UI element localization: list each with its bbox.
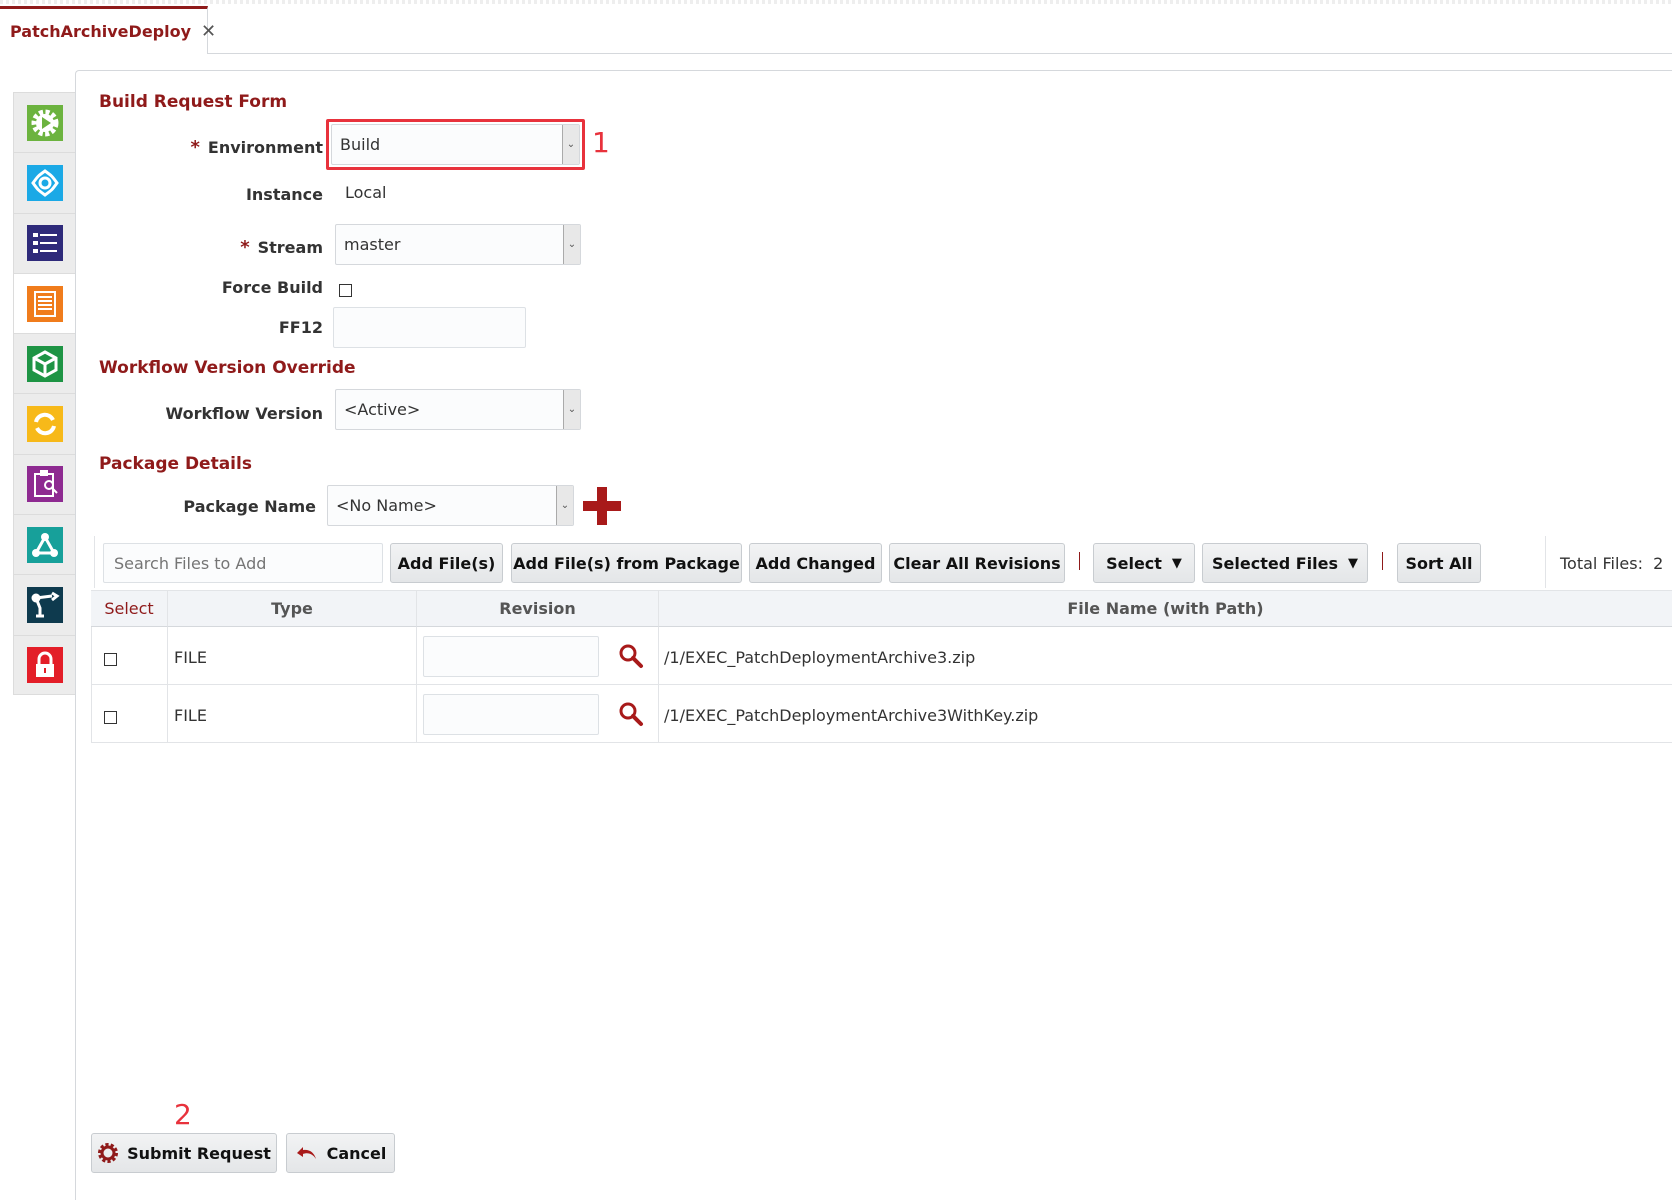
environment-label: * Environment [190,137,324,158]
column-header-select[interactable]: Select [91,590,167,627]
search-files-input[interactable] [103,543,383,583]
total-files-count: Total Files: 2 [1560,554,1664,573]
sidebar-item-lock[interactable] [13,634,75,695]
add-package-plus-icon[interactable] [583,487,621,525]
force-build-label: Force Build [221,278,323,297]
gear-icon [97,1142,119,1164]
toolbar-separator [1382,552,1383,570]
sidebar-item-package[interactable] [13,333,75,394]
sidebar [13,92,75,695]
package-name-select[interactable]: <No Name> ⌄ [327,485,574,526]
toolbar-divider [1545,536,1546,588]
form-title: Build Request Form [99,92,288,112]
toolbar-border [94,536,95,588]
annotation-2: 2 [174,1098,192,1131]
add-files-from-package-button[interactable]: Add File(s) from Package [511,543,742,583]
gear-play-icon [26,104,63,141]
network-nodes-icon [26,526,63,563]
column-header-file-name[interactable]: File Name (with Path) [658,590,1672,627]
chevron-down-icon: ⌄ [563,390,580,429]
add-files-button[interactable]: Add File(s) [390,543,503,583]
row-select-checkbox[interactable] [104,711,117,724]
top-strip [0,0,1672,4]
magnifier-search-icon[interactable] [618,701,644,731]
package-cube-icon [26,345,63,382]
package-name-label: Package Name [183,497,316,516]
sidebar-item-network[interactable] [13,514,75,575]
row-type: FILE [174,648,207,667]
add-changed-button[interactable]: Add Changed [749,543,882,583]
sidebar-item-robot[interactable] [13,574,75,635]
row-file-name: /1/EXEC_PatchDeploymentArchive3.zip [664,648,976,667]
caret-down-icon: ▼ [1348,555,1358,571]
package-section-title: Package Details [99,454,252,474]
clear-all-revisions-button[interactable]: Clear All Revisions [889,543,1065,583]
row-file-name: /1/EXEC_PatchDeploymentArchive3WithKey.z… [664,706,1039,725]
tab-patcharchivedeploy[interactable]: PatchArchiveDeploy ✕ [0,6,216,54]
toolbar-separator [1079,552,1080,570]
table-row: FILE /1/EXEC_PatchDeploymentArchive3.zip [91,627,1672,685]
row-select-checkbox[interactable] [104,653,117,666]
sort-all-button[interactable]: Sort All [1397,543,1481,583]
annotation-1: 1 [592,126,610,159]
row-type: FILE [174,706,207,725]
chevron-down-icon: ⌄ [563,225,580,264]
tab-divider [0,53,1672,54]
caret-down-icon: ▼ [1171,555,1182,571]
instance-value: Local [345,183,387,202]
force-build-checkbox[interactable] [339,284,352,297]
column-header-revision[interactable]: Revision [416,590,658,627]
robot-arm-icon [26,587,63,624]
select-dropdown-button[interactable]: Select ▼ [1093,543,1195,583]
lock-icon [26,646,63,683]
ff12-label: FF12 [278,318,323,337]
selected-files-dropdown-button[interactable]: Selected Files ▼ [1202,543,1368,583]
revision-input[interactable] [423,694,599,735]
revision-input[interactable] [423,636,599,677]
chevron-down-icon: ⌄ [556,486,573,525]
stream-label: * Stream [240,237,323,258]
environment-select[interactable]: Build ⌄ [331,124,580,165]
undo-arrow-icon [295,1144,319,1162]
workflow-version-select[interactable]: <Active> ⌄ [335,389,581,430]
cancel-button[interactable]: Cancel [286,1133,395,1173]
tab-title: PatchArchiveDeploy [10,22,192,41]
required-asterisk: * [240,237,250,258]
workflow-version-label: Workflow Version [165,404,323,423]
magnifier-search-icon[interactable] [618,643,644,673]
required-asterisk: * [190,137,200,158]
close-icon[interactable]: ✕ [201,21,216,42]
chevron-down-icon: ⌄ [562,125,579,164]
stream-select[interactable]: master ⌄ [335,224,581,265]
workflow-section-title: Workflow Version Override [99,358,356,378]
instance-label: Instance [245,185,323,204]
sidebar-item-refresh[interactable] [13,393,75,454]
submit-request-button[interactable]: Submit Request [91,1133,277,1173]
column-header-type[interactable]: Type [167,590,416,627]
ff12-input[interactable] [333,307,526,348]
table-row: FILE /1/EXEC_PatchDeploymentArchive3With… [91,685,1672,743]
